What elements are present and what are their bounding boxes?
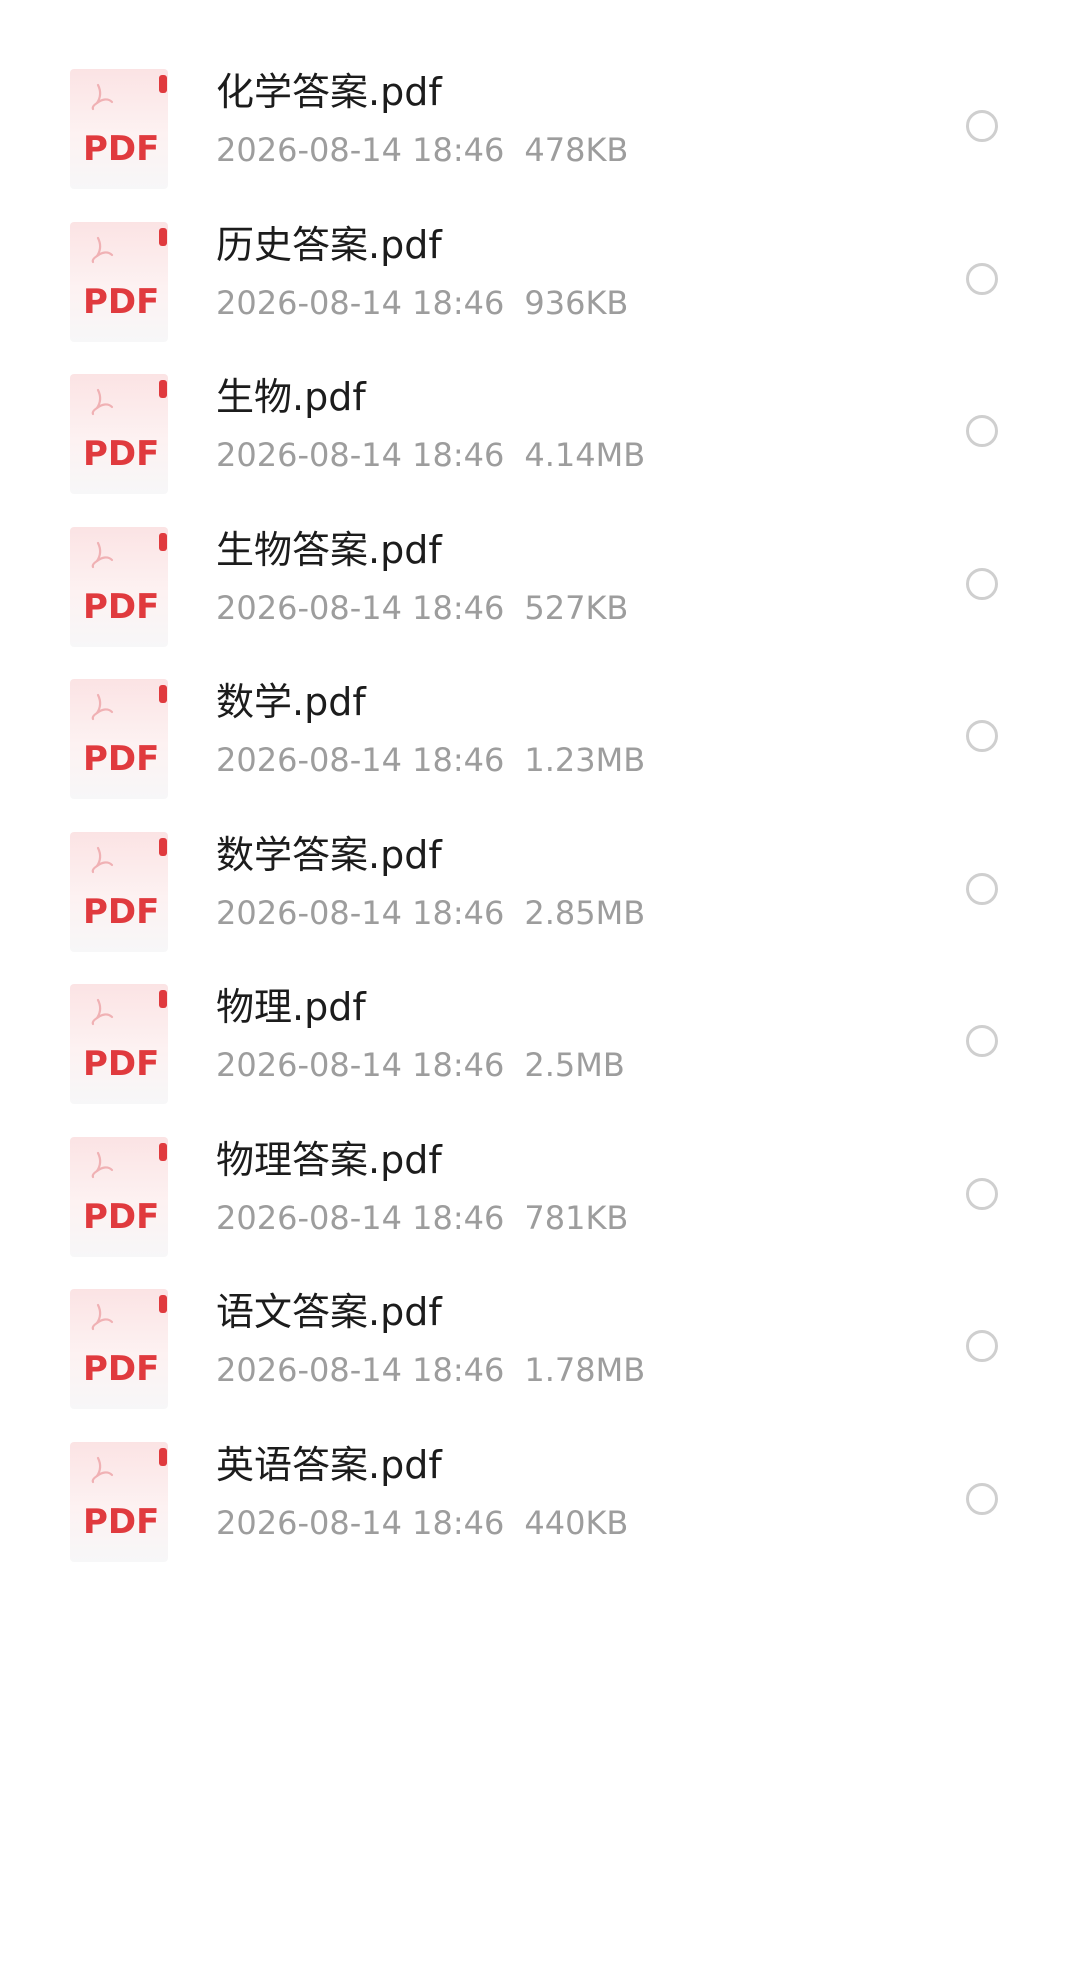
pdf-file-icon: PDF xyxy=(70,69,168,189)
file-size: 4.14MB xyxy=(524,436,646,474)
select-radio-button[interactable] xyxy=(966,1330,998,1362)
svg-text:PDF: PDF xyxy=(83,282,159,322)
select-radio-button[interactable] xyxy=(966,262,998,295)
file-size: 1.78MB xyxy=(524,1351,646,1389)
svg-text:PDF: PDF xyxy=(83,434,159,474)
file-name: 数学.pdf xyxy=(216,680,366,724)
file-date: 2026-08-14 18:46 xyxy=(216,436,505,474)
svg-text:PDF: PDF xyxy=(83,1044,159,1084)
file-date: 2026-08-14 18:46 xyxy=(216,1046,505,1084)
pdf-file-icon: PDF xyxy=(70,679,168,799)
file-name: 物理答案.pdf xyxy=(216,1137,442,1182)
pdf-file-icon: PDF xyxy=(70,984,168,1104)
file-size: 1.23MB xyxy=(524,741,646,779)
file-meta: 2026-08-14 18:46 4.14MB xyxy=(216,435,645,475)
file-date: 2026-08-14 18:46 xyxy=(216,283,505,322)
file-name: 语文答案.pdf xyxy=(216,1290,442,1334)
select-radio-button[interactable] xyxy=(966,415,998,447)
file-meta: 2026-08-14 18:46 2.5MB xyxy=(216,1045,625,1085)
pdf-file-icon: PDF xyxy=(70,221,168,342)
file-meta: 2026-08-14 18:46 440KB xyxy=(216,1503,628,1543)
pdf-file-icon: PDF xyxy=(70,1441,168,1562)
file-name: 数学答案.pdf xyxy=(216,832,442,877)
svg-text:PDF: PDF xyxy=(83,1197,159,1237)
select-radio-button[interactable] xyxy=(966,110,998,142)
svg-text:PDF: PDF xyxy=(83,1349,159,1389)
svg-text:PDF: PDF xyxy=(83,1502,159,1542)
file-meta: 2026-08-14 18:46 781KB xyxy=(216,1198,628,1238)
svg-text:PDF: PDF xyxy=(83,739,159,779)
select-radio-button[interactable] xyxy=(966,567,998,600)
file-meta: 2026-08-14 18:46 527KB xyxy=(216,588,628,628)
file-size: 2.5MB xyxy=(524,1046,625,1084)
file-name: 生物.pdf xyxy=(216,375,366,419)
pdf-file-icon: PDF xyxy=(70,374,168,494)
file-name: 物理.pdf xyxy=(216,985,366,1029)
file-meta: 2026-08-14 18:46 1.23MB xyxy=(216,740,645,780)
select-radio-button[interactable] xyxy=(966,872,998,905)
file-name: 历史答案.pdf xyxy=(216,222,442,267)
file-date: 2026-08-14 18:46 xyxy=(216,1198,505,1237)
file-date: 2026-08-14 18:46 xyxy=(216,131,505,169)
file-size: 936KB xyxy=(524,283,629,322)
file-size: 478KB xyxy=(524,131,629,169)
file-date: 2026-08-14 18:46 xyxy=(216,1351,505,1389)
file-date: 2026-08-14 18:46 xyxy=(216,741,505,779)
file-list: PDF 化学答案.pdf 2026-08-14 18:46 478KB PDF … xyxy=(0,0,1080,1975)
svg-text:PDF: PDF xyxy=(83,129,159,169)
file-meta: 2026-08-14 18:46 2.85MB xyxy=(216,893,645,933)
file-name: 化学答案.pdf xyxy=(216,70,442,114)
select-radio-button[interactable] xyxy=(966,1177,998,1210)
file-size: 2.85MB xyxy=(524,893,646,932)
file-name: 生物答案.pdf xyxy=(216,527,442,572)
select-radio-button[interactable] xyxy=(966,1482,998,1515)
file-size: 781KB xyxy=(524,1198,629,1237)
file-meta: 2026-08-14 18:46 478KB xyxy=(216,130,628,170)
file-date: 2026-08-14 18:46 xyxy=(216,893,505,932)
svg-text:PDF: PDF xyxy=(83,892,159,932)
select-radio-button[interactable] xyxy=(966,1025,998,1057)
pdf-file-icon: PDF xyxy=(70,526,168,647)
select-radio-button[interactable] xyxy=(966,720,998,752)
file-name: 英语答案.pdf xyxy=(216,1442,442,1487)
file-size: 440KB xyxy=(524,1503,629,1542)
file-list-item[interactable]: PDF 英语答案.pdf 2026-08-14 18:46 440KB xyxy=(0,1437,1080,1629)
file-date: 2026-08-14 18:46 xyxy=(216,1503,505,1542)
svg-text:PDF: PDF xyxy=(83,587,159,627)
pdf-file-icon: PDF xyxy=(70,1289,168,1409)
file-meta: 2026-08-14 18:46 936KB xyxy=(216,283,628,323)
file-meta: 2026-08-14 18:46 1.78MB xyxy=(216,1350,645,1390)
file-date: 2026-08-14 18:46 xyxy=(216,588,505,627)
file-size: 527KB xyxy=(524,588,629,627)
pdf-file-icon: PDF xyxy=(70,1136,168,1257)
pdf-file-icon: PDF xyxy=(70,831,168,952)
